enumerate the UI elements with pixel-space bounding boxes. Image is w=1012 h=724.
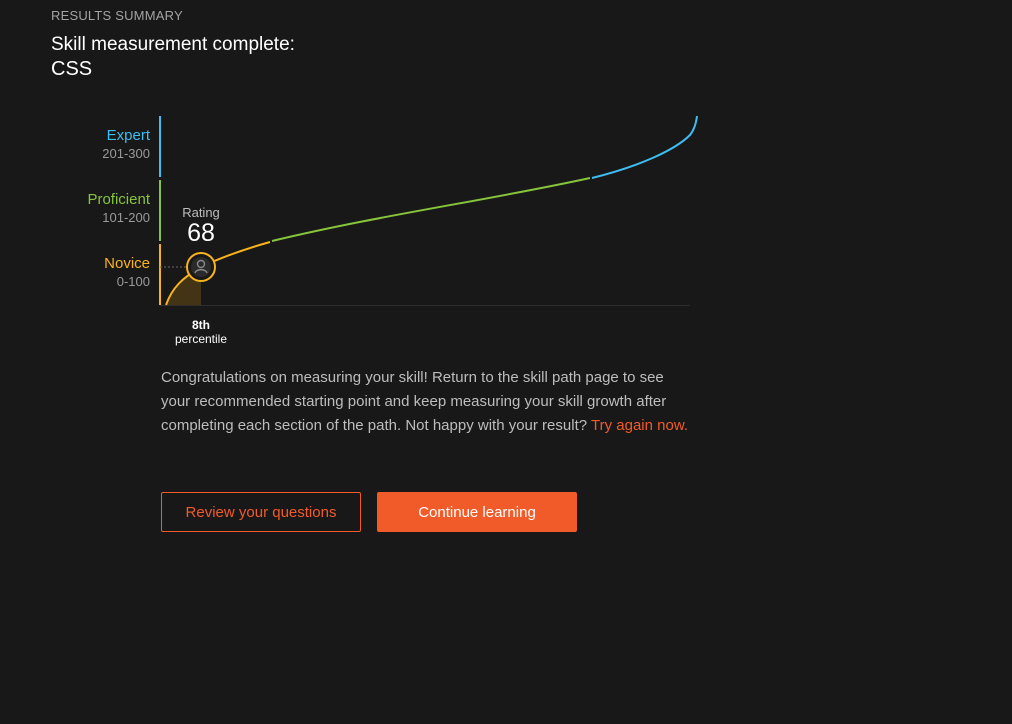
expert-curve — [591, 115, 698, 179]
percentile-rank: 8th — [192, 318, 210, 332]
rating-value: 68 — [187, 219, 215, 247]
rating-marker — [186, 252, 216, 282]
continue-learning-button[interactable]: Continue learning — [377, 492, 577, 532]
rating-label: Rating — [182, 205, 220, 220]
proficient-curve — [271, 177, 591, 242]
percentile-label: percentile — [174, 332, 228, 346]
percentile-block: 8th percentile — [160, 318, 242, 346]
result-message: Congratulations on measuring your skill!… — [161, 366, 691, 438]
review-questions-button[interactable]: Review your questions — [161, 492, 361, 532]
skill-curve-chart — [159, 115, 698, 306]
try-again-link[interactable]: Try again now. — [591, 417, 688, 434]
